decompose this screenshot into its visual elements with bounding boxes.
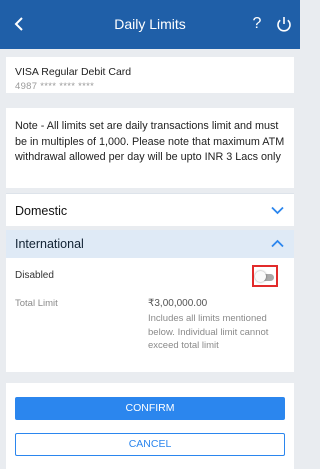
total-limit-label: Total Limit <box>15 298 58 309</box>
account-card: VISA Regular Debit Card 4987 **** **** *… <box>6 57 294 93</box>
help-icon[interactable]: ? <box>250 14 264 34</box>
app-header: Daily Limits ? <box>0 0 300 49</box>
chevron-up-icon <box>271 239 284 248</box>
limits-note: Note - All limits set are daily transact… <box>15 120 285 163</box>
toggle-knob <box>255 271 266 282</box>
domestic-label: Domestic <box>15 204 68 218</box>
domestic-section-header[interactable]: Domestic <box>6 193 294 226</box>
chevron-down-icon <box>271 206 284 215</box>
card-number: 4987 **** **** **** <box>15 81 95 92</box>
total-limit-amount: ₹3,00,000.00 <box>148 298 208 309</box>
power-icon[interactable] <box>276 15 292 33</box>
action-bar: CONFIRM CANCEL <box>6 383 294 469</box>
confirm-button[interactable]: CONFIRM <box>15 397 285 420</box>
note-card: Note - All limits set are daily transact… <box>6 108 294 188</box>
card-name: VISA Regular Debit Card <box>15 66 132 78</box>
international-section-body: Disabled Total Limit ₹3,00,000.00 Includ… <box>6 258 294 372</box>
international-section-header[interactable]: International <box>6 230 294 258</box>
international-label: International <box>15 237 84 251</box>
enable-toggle[interactable] <box>252 265 278 287</box>
total-limit-description: Includes all limits mentioned below. Ind… <box>148 313 269 351</box>
cancel-button[interactable]: CANCEL <box>15 433 285 456</box>
status-label: Disabled <box>15 270 54 281</box>
